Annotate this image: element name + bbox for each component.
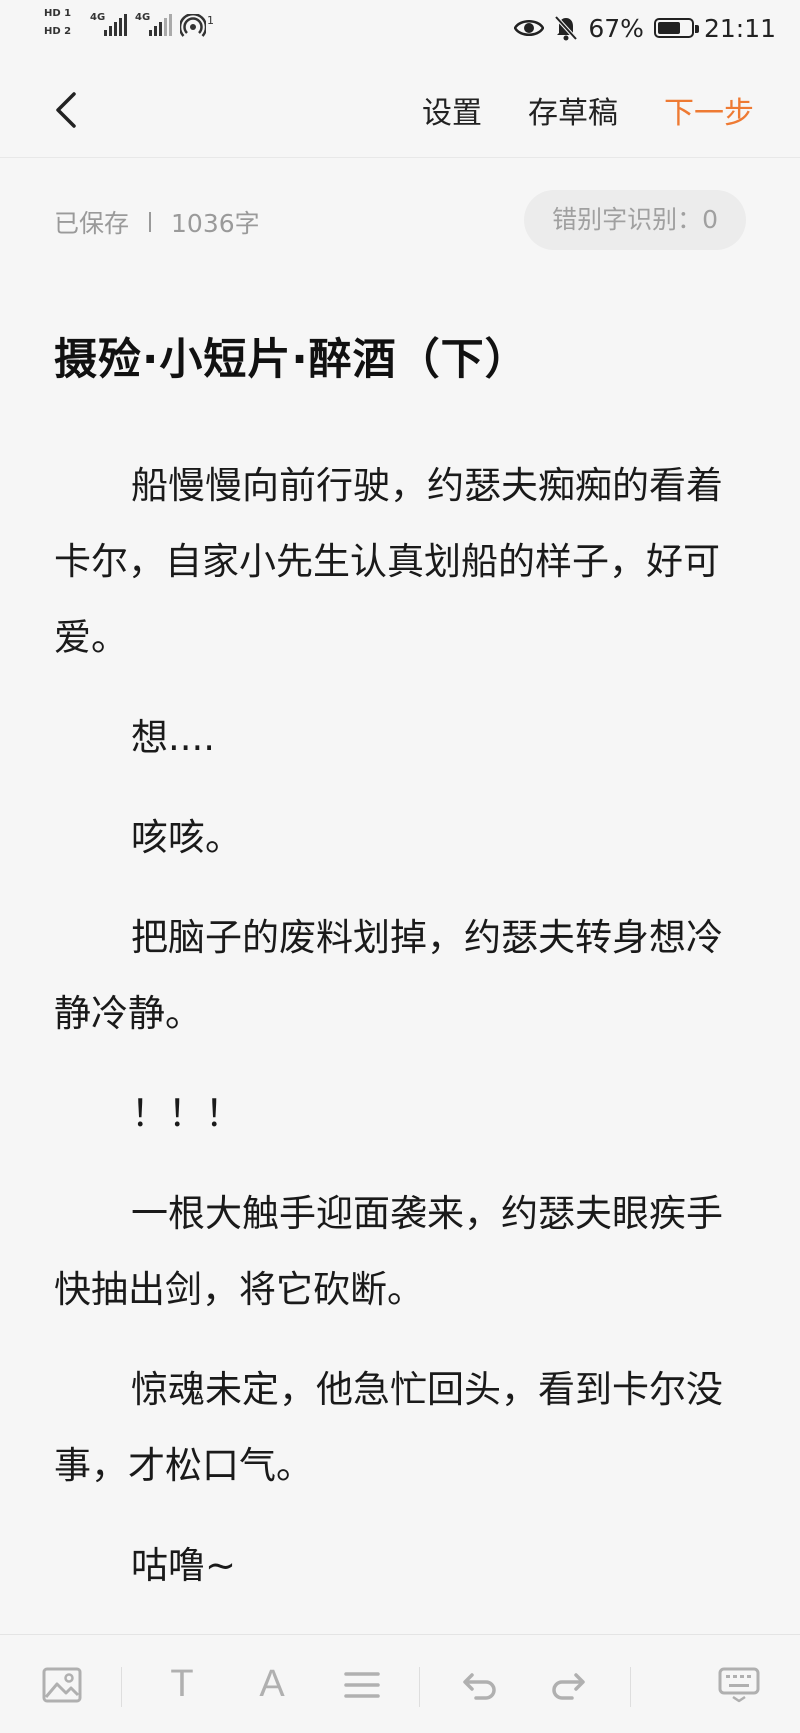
- font-icon: A: [259, 1663, 285, 1705]
- status-bar: HD 1 HD 2 4G 4G 1 67% 21:11: [0, 0, 800, 56]
- signal-bars-2-icon: [149, 14, 172, 36]
- network-type-2: 4G: [135, 12, 151, 23]
- paragraph[interactable]: 船慢慢向前行驶，约瑟夫痴痴的看着卡尔，自家小先生认真划船的样子，好可爱。: [54, 448, 746, 676]
- clock: 21:11: [703, 13, 776, 43]
- battery-icon: [653, 18, 699, 38]
- document-title[interactable]: 摄殓·小短片·醉酒（下）: [54, 330, 746, 390]
- status-right: 67% 21:11: [514, 12, 776, 44]
- eye-icon: [514, 20, 545, 36]
- word-count: 1036字: [171, 209, 260, 238]
- paragraph[interactable]: 惊魂未定，他急忙回头，看到卡尔没事，才松口气。: [54, 1352, 746, 1504]
- toolbar-divider: [419, 1667, 420, 1707]
- paragraph[interactable]: 一根大触手迎面袭来，约瑟夫眼疾手快抽出剑，将它砍断。: [54, 1176, 746, 1328]
- hotspot-count: 1: [207, 14, 214, 27]
- redo-icon: [552, 1672, 585, 1700]
- nav-bar: 设置 存草稿 下一步: [0, 62, 800, 158]
- align-button[interactable]: [342, 1635, 382, 1733]
- mute-bell-icon: [554, 15, 578, 41]
- undo-icon: [463, 1672, 496, 1700]
- editor-toolbar: T A: [0, 1634, 800, 1733]
- back-button[interactable]: [50, 86, 90, 134]
- redo-button[interactable]: [548, 1635, 588, 1733]
- typo-check-button[interactable]: 错别字识别：0: [524, 190, 746, 250]
- editor[interactable]: 摄殓·小短片·醉酒（下） 船慢慢向前行驶，约瑟夫痴痴的看着卡尔，自家小先生认真划…: [54, 330, 746, 1628]
- next-step-button[interactable]: 下一步: [664, 88, 754, 132]
- align-icon: [344, 1671, 380, 1698]
- paragraph[interactable]: 咕噜~: [54, 1528, 746, 1604]
- paragraph[interactable]: 把脑子的废料划掉，约瑟夫转身想冷静冷静。: [54, 900, 746, 1052]
- nav-actions: 设置 存草稿 下一步: [422, 62, 754, 158]
- saved-label: 已保存: [54, 209, 130, 238]
- signal-bars-1-icon: [104, 14, 127, 36]
- chevron-left-icon: [56, 92, 76, 128]
- paragraph[interactable]: 咳咳。: [54, 800, 746, 876]
- battery-percent: 67%: [588, 13, 644, 43]
- paragraph[interactable]: 想....: [54, 700, 746, 776]
- save-status: 已保存 1036字: [54, 204, 260, 240]
- toolbar-divider: [121, 1667, 122, 1707]
- font-button[interactable]: A: [250, 1635, 294, 1733]
- text-style-icon: T: [170, 1663, 194, 1705]
- text-style-button[interactable]: T: [160, 1635, 204, 1733]
- insert-image-button[interactable]: [36, 1635, 88, 1733]
- hotspot-icon: [180, 14, 206, 37]
- network-type-1: 4G: [90, 12, 106, 23]
- meta-row: 已保存 1036字 错别字识别：0: [54, 190, 746, 254]
- image-icon: [42, 1667, 82, 1702]
- settings-button[interactable]: 设置: [422, 88, 482, 132]
- sim1-badge: HD 1: [44, 8, 72, 19]
- keyboard-icon: [718, 1667, 760, 1702]
- paragraph[interactable]: ！！！: [54, 1076, 746, 1152]
- keyboard-toggle-button[interactable]: [716, 1635, 762, 1733]
- save-draft-button[interactable]: 存草稿: [528, 88, 618, 132]
- toolbar-divider: [630, 1667, 631, 1707]
- sim2-badge: HD 2: [44, 26, 72, 37]
- divider: [149, 212, 152, 232]
- undo-button[interactable]: [460, 1635, 500, 1733]
- sim-indicators: HD 1 HD 2: [44, 6, 82, 42]
